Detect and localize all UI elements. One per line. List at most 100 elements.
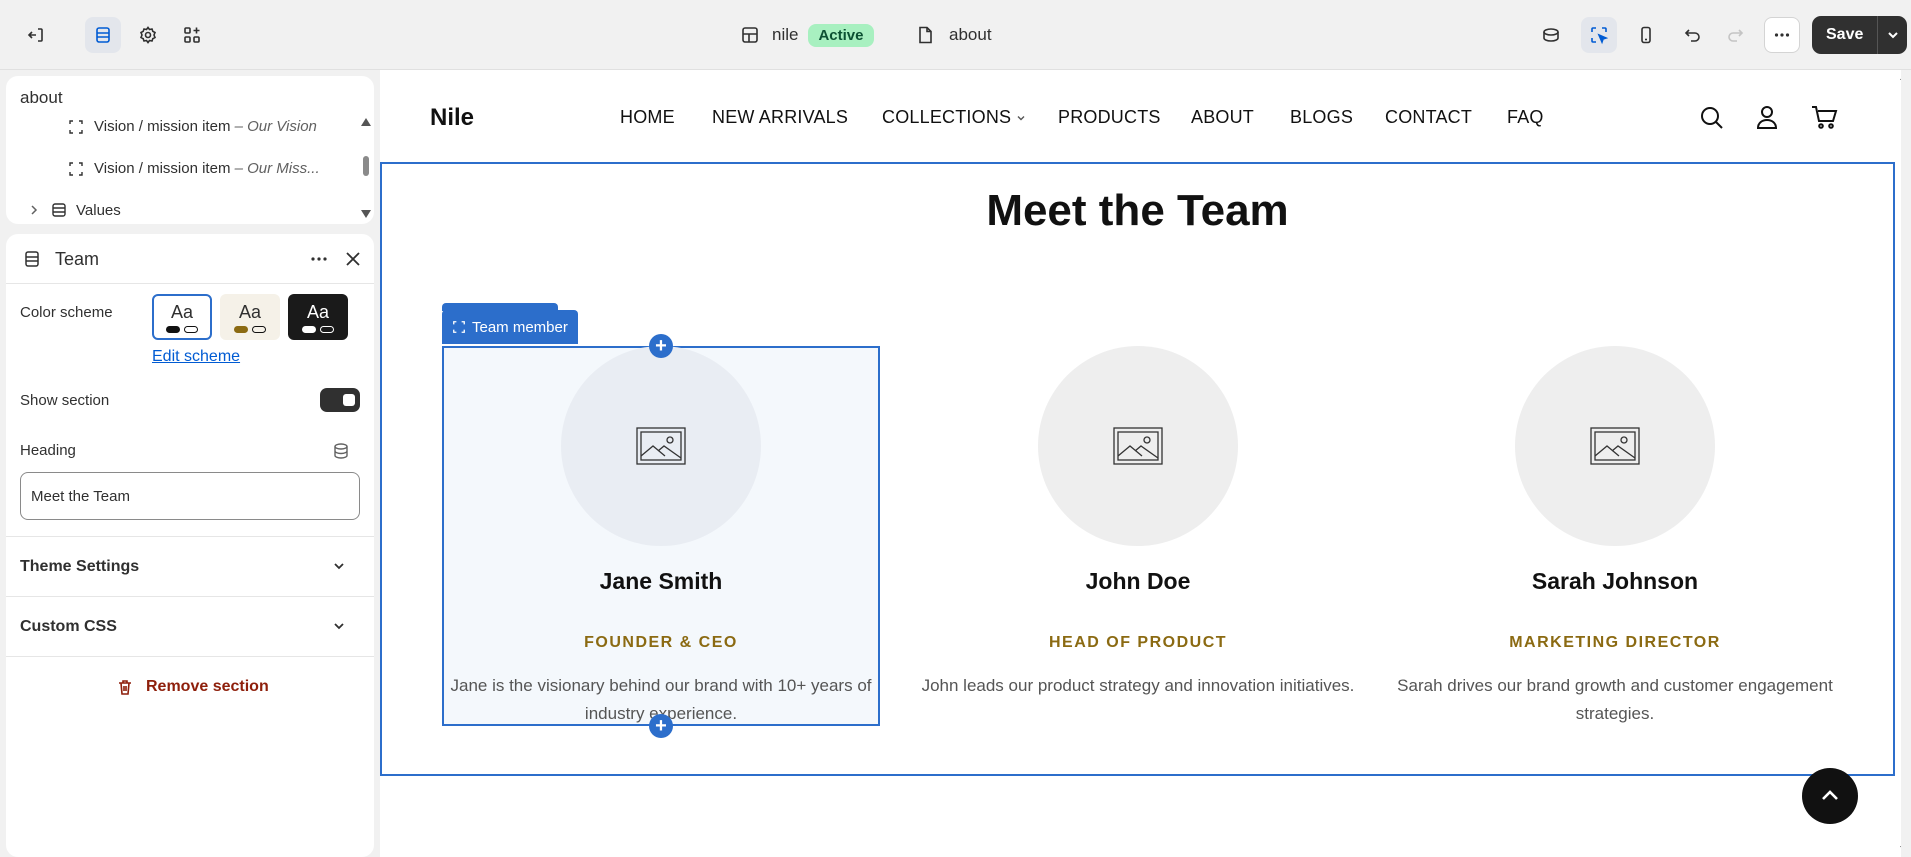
sections-button[interactable] <box>85 17 121 53</box>
team-member-card[interactable]: Jane Smith FOUNDER & CEO Jane is the vis… <box>443 346 879 723</box>
swatch-text: Aa <box>170 301 194 322</box>
tree-scrollbar[interactable] <box>360 116 372 220</box>
team-member-card[interactable]: Sarah Johnson MARKETING DIRECTOR Sarah d… <box>1397 346 1833 723</box>
edit-scheme-link[interactable]: Edit scheme <box>152 348 240 366</box>
trash-icon <box>119 680 131 695</box>
inspector-button[interactable] <box>1533 17 1569 53</box>
account-icon[interactable] <box>1754 104 1780 130</box>
nav-about[interactable]: ABOUT <box>1191 107 1254 128</box>
chevron-right-icon[interactable] <box>28 204 40 216</box>
store-info[interactable]: nile Active <box>740 0 874 70</box>
team-member-card[interactable]: John Doe HEAD OF PRODUCT John leads our … <box>920 346 1356 695</box>
member-description: Sarah drives our brand growth and custom… <box>1397 676 1833 723</box>
remove-section-button[interactable]: Remove section <box>116 678 269 696</box>
settings-title: Team <box>55 249 100 269</box>
member-role: FOUNDER & CEO <box>584 634 738 651</box>
section-settings-panel: Team Color scheme Aa Aa Aa Edit scheme S… <box>6 234 374 857</box>
site-logo[interactable]: Nile <box>430 104 474 132</box>
store-name: nile <box>772 25 799 44</box>
chevron-down-icon <box>1888 32 1898 39</box>
image-placeholder-icon <box>636 427 686 465</box>
store-preview: Nile HOME NEW ARRIVALS COLLECTIONS PRODU… <box>380 70 1901 857</box>
more-actions-button[interactable] <box>1764 17 1800 53</box>
tree-item-suffix: – Our Vision <box>234 118 317 135</box>
member-role: MARKETING DIRECTOR <box>1509 634 1721 651</box>
undo-icon <box>1684 29 1700 42</box>
chevron-down-icon <box>334 563 344 570</box>
nav-new-arrivals[interactable]: NEW ARRIVALS <box>712 107 848 128</box>
member-photo <box>1038 346 1238 546</box>
layout-icon <box>742 27 758 43</box>
selected-block-tag[interactable]: Team member <box>442 310 578 344</box>
image-placeholder-icon <box>1113 427 1163 465</box>
settings-icon <box>139 26 157 44</box>
more-icon[interactable] <box>309 249 329 269</box>
theme-settings-label: Theme Settings <box>20 557 140 575</box>
block-icon <box>69 119 83 134</box>
color-scheme-dark[interactable]: Aa <box>288 294 348 340</box>
section-tree: about Vision / mission item – Our Vision… <box>6 76 374 224</box>
more-icon <box>1774 33 1790 37</box>
nav-collections[interactable]: COLLECTIONS <box>882 107 1026 128</box>
mobile-icon <box>1641 26 1651 44</box>
settings-header: Team <box>6 234 374 284</box>
save-group: Save <box>1812 16 1908 54</box>
tree-item-label: Vision / mission item <box>94 160 231 177</box>
theme-settings-toggle[interactable]: Theme Settings <box>6 536 374 596</box>
tree-item-vision[interactable]: Vision / mission item – Our Vision <box>68 118 317 135</box>
member-photo <box>561 346 761 546</box>
member-name: Sarah Johnson <box>1531 568 1699 594</box>
tree-item-values[interactable]: Values <box>28 201 121 219</box>
heading-input[interactable]: Meet the Team <box>20 472 360 520</box>
arrow-up-icon <box>1822 790 1838 800</box>
team-heading: Meet the Team <box>986 186 1289 235</box>
exit-button[interactable] <box>18 17 54 53</box>
dynamic-source-icon[interactable] <box>332 442 350 460</box>
nav-products[interactable]: PRODUCTS <box>1058 107 1161 128</box>
scroll-to-top-button[interactable] <box>1802 768 1858 824</box>
undo-button[interactable] <box>1675 17 1711 53</box>
nav-contact[interactable]: CONTACT <box>1385 107 1472 128</box>
status-badge: Active <box>808 23 874 47</box>
nav-faq[interactable]: FAQ <box>1507 107 1544 128</box>
apps-button[interactable] <box>174 17 210 53</box>
color-scheme-label: Color scheme <box>20 304 113 321</box>
section-icon <box>25 251 39 267</box>
custom-css-toggle[interactable]: Custom CSS <box>6 596 374 656</box>
nav-home[interactable]: HOME <box>620 107 675 128</box>
page-icon <box>919 26 932 44</box>
select-mode-button[interactable] <box>1581 17 1617 53</box>
member-role: HEAD OF PRODUCT <box>1048 634 1228 651</box>
show-section-toggle[interactable] <box>320 388 360 412</box>
member-description: John leads our product strategy and inno… <box>921 676 1355 695</box>
add-block-above-button[interactable]: + <box>649 334 673 358</box>
show-section-label: Show section <box>20 392 110 409</box>
custom-css-label: Custom CSS <box>20 617 117 635</box>
cart-icon[interactable] <box>1810 104 1838 130</box>
redo-button[interactable] <box>1717 17 1753 53</box>
tree-item-label: Values <box>76 201 121 219</box>
close-icon[interactable] <box>344 250 362 268</box>
nav-blogs[interactable]: BLOGS <box>1290 107 1353 128</box>
add-block-below-button[interactable]: + <box>649 714 673 738</box>
editor-topbar: nile Active about Save <box>0 0 1911 70</box>
apps-icon <box>184 27 200 43</box>
inspector-icon <box>1543 28 1559 42</box>
tree-item-mission[interactable]: Vision / mission item – Our Miss... <box>68 160 320 177</box>
save-options-button[interactable] <box>1877 16 1907 54</box>
divider <box>6 656 374 657</box>
heading-label: Heading <box>20 442 76 459</box>
exit-icon <box>27 28 43 42</box>
page-selector[interactable]: about <box>915 0 992 70</box>
color-scheme-light[interactable]: Aa <box>152 294 212 340</box>
save-button[interactable]: Save <box>1812 16 1877 54</box>
mobile-preview-button[interactable] <box>1628 17 1664 53</box>
section-icon <box>52 203 66 217</box>
preview-scrollbar[interactable] <box>1898 70 1901 857</box>
select-icon <box>1591 27 1609 45</box>
selected-block-label: Team member <box>472 318 568 336</box>
search-icon[interactable] <box>1699 105 1725 131</box>
theme-settings-button[interactable] <box>130 17 166 53</box>
chevron-down-icon <box>334 623 344 630</box>
color-scheme-cream[interactable]: Aa <box>220 294 280 340</box>
